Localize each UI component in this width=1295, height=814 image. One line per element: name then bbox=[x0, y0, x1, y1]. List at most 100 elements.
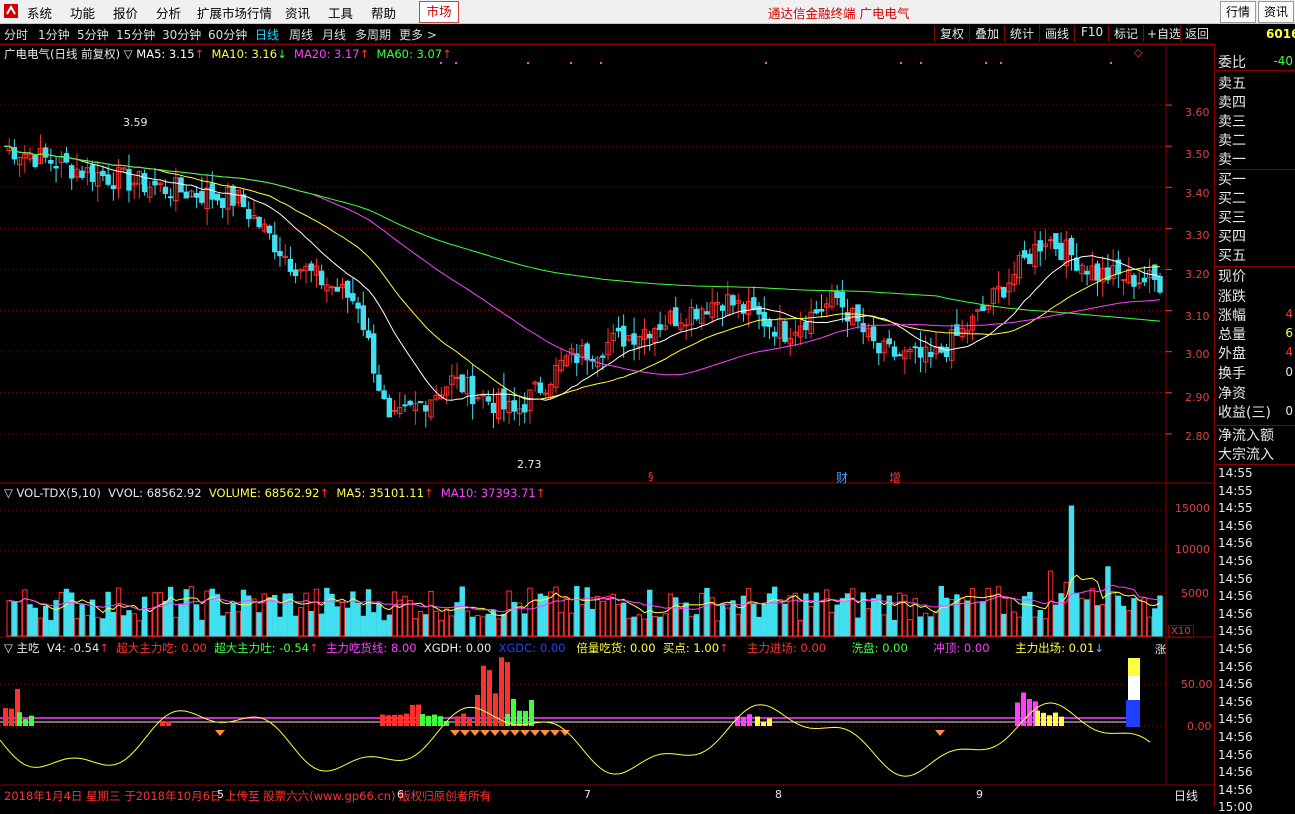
event-dot bbox=[920, 62, 922, 64]
volume-bar bbox=[1073, 592, 1080, 637]
volume-bar bbox=[928, 616, 934, 637]
volume-bar bbox=[1021, 596, 1028, 637]
side-panel-label: 大宗流入 bbox=[1218, 447, 1274, 463]
indicator-bar bbox=[160, 720, 165, 726]
side-panel-label: 收益(三) bbox=[1218, 405, 1271, 421]
volume-tick: 15000 bbox=[1175, 502, 1210, 515]
volume-bar bbox=[719, 603, 726, 637]
volume-bar bbox=[870, 598, 877, 637]
volume-bar bbox=[42, 605, 49, 637]
info-button[interactable]: 资讯 bbox=[1258, 1, 1294, 23]
volume-bar bbox=[1058, 593, 1064, 637]
volume-bar bbox=[896, 592, 903, 637]
volume-bar bbox=[798, 619, 804, 637]
side-panel-label: 买二 bbox=[1218, 191, 1246, 207]
side-panel-label: 现价 bbox=[1218, 269, 1246, 285]
buy-point-marker bbox=[460, 730, 470, 736]
side-panel-label: 净资 bbox=[1218, 386, 1246, 402]
price-tick: 3.50 bbox=[1185, 148, 1210, 161]
volume-bar bbox=[334, 606, 340, 637]
candle-body bbox=[126, 169, 132, 191]
volume-bar bbox=[631, 616, 637, 637]
event-marker-dividend[interactable]: § bbox=[648, 470, 654, 483]
candle-body bbox=[32, 155, 38, 167]
volume-bar bbox=[1011, 611, 1017, 637]
volume-bar bbox=[865, 608, 872, 637]
volume-bar bbox=[1152, 608, 1158, 637]
indicator-bar bbox=[426, 715, 431, 726]
candle-body bbox=[162, 186, 169, 195]
volume-bar bbox=[308, 610, 314, 637]
volume-bar bbox=[1068, 505, 1075, 637]
candle-body bbox=[105, 174, 111, 185]
candle-body bbox=[381, 390, 387, 400]
volume-bar bbox=[16, 601, 23, 637]
volume-bar bbox=[990, 594, 997, 637]
volume-bar bbox=[11, 601, 18, 637]
candle-body bbox=[246, 209, 252, 219]
event-dot bbox=[527, 62, 529, 64]
volume-bar bbox=[391, 591, 398, 637]
volume-bar bbox=[761, 604, 767, 637]
candle-body bbox=[860, 323, 866, 333]
candle-body bbox=[469, 375, 476, 405]
event-marker-increase[interactable]: 增 bbox=[889, 469, 901, 486]
volume-bar bbox=[1136, 599, 1142, 637]
candle-body bbox=[839, 291, 846, 308]
volume-bar bbox=[438, 619, 445, 637]
volume-bar bbox=[756, 616, 762, 637]
volume-bar bbox=[32, 607, 38, 637]
ma10-legend: MA10: 3.16↓ bbox=[211, 47, 287, 61]
tick-time: 14:56 bbox=[1218, 589, 1253, 604]
volume-bar bbox=[485, 613, 491, 637]
chart-canvas[interactable] bbox=[0, 0, 1214, 807]
indicator-bar bbox=[767, 718, 772, 726]
volume-bar bbox=[423, 614, 429, 637]
volume-bar bbox=[433, 610, 439, 637]
volume-bar bbox=[568, 612, 575, 637]
candle-body bbox=[152, 180, 158, 186]
candle-body bbox=[1053, 233, 1059, 250]
volume-bar bbox=[63, 588, 70, 637]
candle-body bbox=[1141, 277, 1148, 283]
volume-bar bbox=[558, 611, 564, 637]
candle-body bbox=[266, 225, 273, 234]
x-axis-label: 8 bbox=[775, 788, 782, 801]
volume-bar bbox=[527, 587, 533, 637]
indicator-bar bbox=[761, 721, 766, 726]
indicator-bar bbox=[529, 699, 534, 726]
x-axis-label: 5 bbox=[217, 788, 224, 801]
event-marker-finance[interactable]: 财 bbox=[836, 469, 848, 486]
volume-bar bbox=[1100, 603, 1106, 637]
quote-button[interactable]: 行情 bbox=[1220, 1, 1256, 23]
volume-bar bbox=[1079, 597, 1085, 637]
candle-body bbox=[89, 164, 96, 182]
volume-bar bbox=[933, 611, 939, 637]
candle-body bbox=[318, 270, 325, 286]
candle-body bbox=[454, 376, 460, 379]
indicator-bar bbox=[23, 719, 28, 726]
candle-body bbox=[230, 185, 236, 206]
volume-bar bbox=[600, 600, 606, 637]
volume-bar bbox=[277, 616, 283, 637]
candle-body bbox=[1021, 250, 1028, 258]
volume-bar bbox=[449, 615, 455, 637]
volume-bar bbox=[68, 592, 75, 637]
tick-time: 14:56 bbox=[1218, 782, 1253, 797]
volume-bar bbox=[818, 601, 825, 637]
volume-bar bbox=[110, 611, 117, 637]
candle-body bbox=[1001, 286, 1007, 298]
volume-bar bbox=[610, 593, 616, 637]
tick-time: 15:00 bbox=[1218, 800, 1253, 814]
volume-bar bbox=[1105, 566, 1111, 637]
volume-bar bbox=[605, 596, 611, 637]
buy-point-marker bbox=[500, 730, 510, 736]
candle-body bbox=[485, 396, 491, 402]
candle-body bbox=[766, 320, 773, 327]
volume-bar bbox=[943, 597, 950, 637]
candle-body bbox=[761, 311, 767, 327]
price-tick: 3.40 bbox=[1185, 187, 1210, 200]
ma5-legend: MA5: 3.15↑ bbox=[136, 47, 205, 61]
candle-body bbox=[511, 400, 518, 412]
candle-body bbox=[1120, 279, 1127, 282]
